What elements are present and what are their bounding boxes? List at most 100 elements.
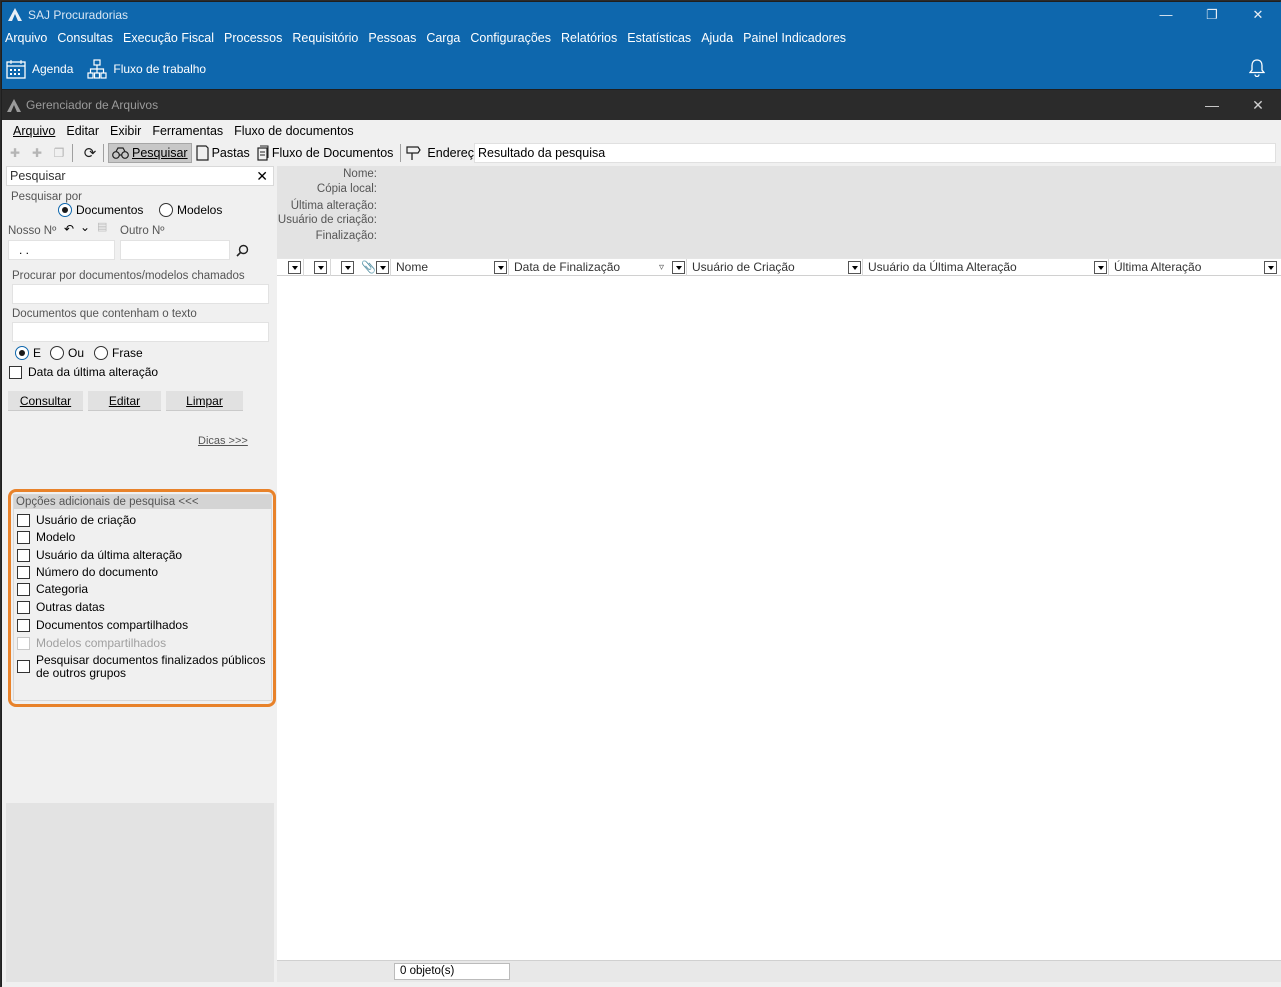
- menu-execucao-fiscal[interactable]: Execução Fiscal: [118, 31, 219, 45]
- child-toolbar: ✚ ✚ ❐ ⟳ Pesquisar Pastas Fluxo de Docume…: [2, 142, 1281, 164]
- binoculars-icon: [112, 147, 129, 159]
- filter-dropdown-icon[interactable]: [672, 261, 685, 274]
- tips-link[interactable]: Dicas >>>: [198, 435, 248, 447]
- clipboard-icon[interactable]: ▤: [97, 220, 107, 233]
- text-search-input[interactable]: [12, 322, 269, 342]
- menu-exibir[interactable]: Exibir: [110, 124, 149, 138]
- search-icon[interactable]: [236, 244, 249, 257]
- menu-painel-indicadores[interactable]: Painel Indicadores: [738, 31, 851, 45]
- advanced-options-header[interactable]: Opções adicionais de pesquisa <<<: [14, 495, 271, 509]
- document-details: Nome: Cópia local: Última alteração: Usu…: [277, 166, 1281, 258]
- saj-logo-icon: [7, 98, 21, 112]
- address-field[interactable]: Resultado da pesquisa: [474, 143, 1276, 163]
- menu-estatisticas[interactable]: Estatísticas: [622, 31, 696, 45]
- option-category[interactable]: Categoria: [17, 582, 88, 596]
- notification-bell-icon[interactable]: [1249, 59, 1265, 77]
- chevron-down-icon[interactable]: ⌄: [80, 220, 90, 234]
- filter-dropdown-icon[interactable]: [314, 261, 327, 274]
- search-panel-empty-area: [6, 803, 274, 982]
- search-panel: Pesquisar ✕ Pesquisar por Documentos Mod…: [6, 166, 276, 982]
- restore-icon[interactable]: ❐: [1189, 2, 1235, 27]
- column-finalization-date[interactable]: Data de Finalização ▿: [509, 259, 687, 276]
- close-icon[interactable]: ✕: [256, 168, 268, 185]
- menu-relatorios[interactable]: Relatórios: [556, 31, 622, 45]
- menu-consultas[interactable]: Consultas: [52, 31, 118, 45]
- minimize-icon[interactable]: —: [1143, 2, 1189, 27]
- menu-carga[interactable]: Carga: [421, 31, 465, 45]
- document-stack-icon: [257, 145, 269, 161]
- filter-dropdown-icon[interactable]: [1094, 261, 1107, 274]
- document-flow-button[interactable]: Fluxo de Documentos: [253, 143, 397, 163]
- option-document-number[interactable]: Número do documento: [17, 565, 158, 579]
- filter-dropdown-icon[interactable]: [376, 261, 389, 274]
- workflow-button[interactable]: Fluxo de trabalho: [87, 59, 206, 79]
- column-creator-user[interactable]: Usuário de Criação: [687, 259, 863, 276]
- undo-icon[interactable]: ↶: [64, 222, 74, 236]
- menu-ajuda[interactable]: Ajuda: [696, 31, 738, 45]
- filter-dropdown-icon[interactable]: [1264, 261, 1277, 274]
- column-last-change-user[interactable]: Usuário da Última Alteração: [863, 259, 1109, 276]
- radio-op-and[interactable]: E: [15, 346, 41, 360]
- last-change-date-checkbox[interactable]: Data da última alteração: [9, 365, 158, 379]
- menu-ferramentas[interactable]: Ferramentas: [152, 124, 231, 138]
- menu-pessoas[interactable]: Pessoas: [363, 31, 421, 45]
- column-type[interactable]: [304, 259, 331, 276]
- copy-document-icon[interactable]: ❐: [50, 144, 68, 162]
- option-creator-user[interactable]: Usuário de criação: [17, 513, 136, 527]
- minimize-icon[interactable]: —: [1189, 90, 1235, 120]
- option-shared-documents[interactable]: Documentos compartilhados: [17, 618, 188, 632]
- column-last-change[interactable]: Última Alteração: [1109, 259, 1281, 276]
- address-label: Endereço: [427, 146, 481, 160]
- menu-processos[interactable]: Processos: [219, 31, 287, 45]
- filter-dropdown-icon[interactable]: [288, 261, 301, 274]
- close-icon[interactable]: ✕: [1235, 90, 1281, 120]
- our-number-input[interactable]: . .: [8, 240, 115, 260]
- menu-editar[interactable]: Editar: [66, 124, 107, 138]
- column-name[interactable]: Nome: [391, 259, 509, 276]
- add-document-icon[interactable]: ✚: [28, 144, 46, 162]
- detail-creator-label: Usuário de criação:: [277, 214, 377, 226]
- search-panel-title: Pesquisar: [10, 169, 66, 183]
- option-other-dates[interactable]: Outras datas: [17, 600, 105, 614]
- menu-fluxo-documentos[interactable]: Fluxo de documentos: [234, 124, 362, 138]
- column-status[interactable]: [277, 259, 304, 276]
- other-number-label: Outro Nº: [120, 225, 165, 237]
- new-document-icon[interactable]: ✚: [6, 144, 24, 162]
- menu-configuracoes[interactable]: Configurações: [465, 31, 556, 45]
- search-toggle-button[interactable]: Pesquisar: [108, 143, 192, 163]
- filter-dropdown-icon[interactable]: [848, 261, 861, 274]
- radio-op-phrase[interactable]: Frase: [94, 346, 143, 360]
- option-model[interactable]: Modelo: [17, 530, 75, 544]
- menu-arquivo[interactable]: Arquivo: [13, 124, 63, 138]
- workflow-label: Fluxo de trabalho: [113, 62, 207, 76]
- radio-op-or[interactable]: Ou: [50, 346, 84, 360]
- sort-icon: ▿: [659, 262, 665, 273]
- clear-button[interactable]: Limpar: [166, 391, 243, 411]
- close-icon[interactable]: ✕: [1235, 2, 1281, 27]
- other-number-input[interactable]: [120, 240, 230, 260]
- menu-arquivo[interactable]: Arquivo: [2, 31, 52, 45]
- option-last-change-user[interactable]: Usuário da última alteração: [17, 548, 182, 562]
- detail-last-change-label: Última alteração:: [290, 200, 377, 212]
- menu-requisitorio[interactable]: Requisitório: [287, 31, 363, 45]
- filter-dropdown-icon[interactable]: [341, 261, 354, 274]
- search-panel-header: Pesquisar ✕: [6, 166, 274, 186]
- radio-models[interactable]: Modelos: [159, 203, 222, 217]
- calendar-icon: [6, 60, 26, 79]
- detail-finalization-label: Finalização:: [315, 230, 377, 242]
- agenda-button[interactable]: Agenda: [6, 59, 73, 79]
- file-manager-window: Gerenciador de Arquivos — ✕ Arquivo Edit…: [2, 90, 1281, 987]
- column-attachment[interactable]: 📎: [331, 259, 391, 276]
- detail-name-label: Nome:: [343, 168, 377, 180]
- option-public-finalized-documents[interactable]: Pesquisar documentos finalizados público…: [17, 654, 267, 680]
- filter-dropdown-icon[interactable]: [494, 261, 507, 274]
- saj-logo-icon: [8, 8, 22, 21]
- app-title: SAJ Procuradorias: [28, 7, 129, 22]
- edit-button[interactable]: Editar: [88, 391, 161, 411]
- query-button[interactable]: Consultar: [8, 391, 83, 411]
- folders-button[interactable]: Pastas: [192, 143, 253, 163]
- radio-documents[interactable]: Documentos: [58, 203, 143, 217]
- name-search-input[interactable]: [12, 284, 269, 304]
- advanced-options-panel: Opções adicionais de pesquisa <<< Usuári…: [13, 494, 272, 701]
- refresh-icon[interactable]: ⟳: [81, 144, 99, 162]
